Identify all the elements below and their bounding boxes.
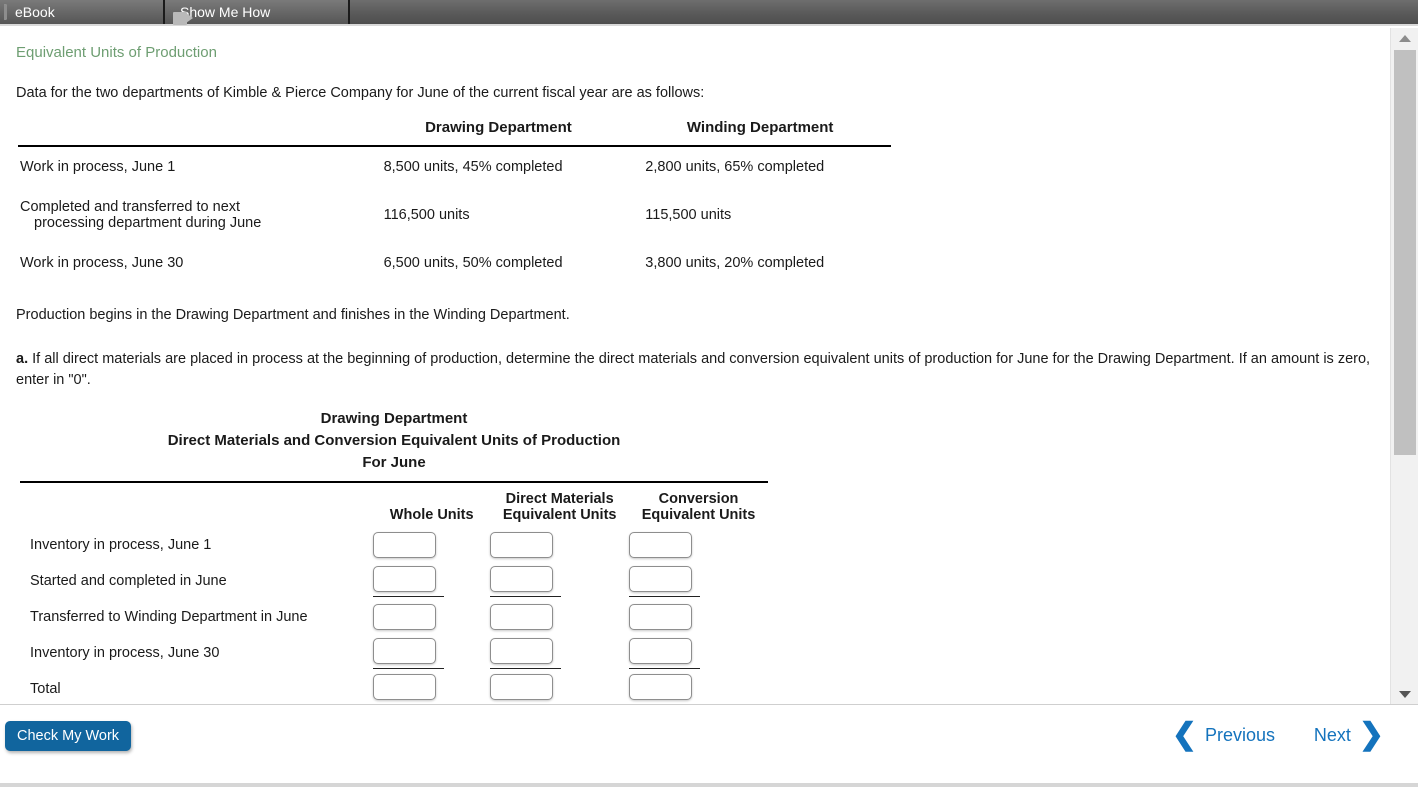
input-whole-units-total[interactable] (373, 674, 436, 700)
tab-ebook[interactable]: eBook (0, 0, 165, 24)
form-header-row: Whole Units Direct Materials Equivalent … (20, 483, 768, 527)
input-direct-materials-total[interactable] (490, 674, 553, 700)
form-row-label: Inventory in process, June 1 (20, 527, 373, 563)
row-label: Completed and transferred to next proces… (18, 187, 368, 243)
next-label: Next (1314, 725, 1351, 746)
cell-whole-units (373, 635, 490, 671)
dm-header-line2: Equivalent Units (490, 507, 629, 523)
input-conversion-total[interactable] (629, 674, 692, 700)
input-whole-units-inventory-june-1[interactable] (373, 532, 436, 558)
tab-ebook-label: eBook (15, 5, 55, 19)
scroll-up-arrow-icon[interactable] (1391, 28, 1418, 48)
col-header-drawing-department: Drawing Department (368, 119, 630, 146)
row-label-line1: Completed and transferred to next (20, 199, 240, 215)
chevron-left-icon: ❮ (1172, 720, 1197, 750)
input-conversion-started-completed[interactable] (629, 566, 692, 592)
cell-direct-materials (490, 527, 629, 563)
given-data-table: Drawing Department Winding Department Wo… (18, 119, 891, 283)
cell-conversion (629, 563, 768, 599)
form-row-started-and-completed: Started and completed in June (20, 563, 768, 599)
cell-conversion (629, 527, 768, 563)
cell-whole-units (373, 599, 490, 635)
top-tab-bar: eBook Show Me How (0, 0, 1418, 26)
form-col-header-whole-units: Whole Units (373, 483, 490, 527)
cell-direct-materials (490, 563, 629, 599)
table-header-row: Drawing Department Winding Department (18, 119, 891, 146)
col-header-blank (18, 119, 368, 146)
form-row-label: Started and completed in June (20, 563, 373, 599)
cell-direct-materials (490, 671, 629, 704)
statement-heading-line-1: Drawing Department (20, 408, 768, 430)
table-row: Work in process, June 1 8,500 units, 45%… (18, 146, 891, 187)
conv-header-line2: Equivalent Units (629, 507, 768, 523)
input-whole-units-started-completed[interactable] (373, 566, 436, 592)
tab-show-me-how[interactable]: Show Me How (165, 0, 350, 24)
row-drawing-value: 116,500 units (368, 187, 630, 243)
check-my-work-button[interactable]: Check My Work (5, 721, 131, 751)
page-title: Equivalent Units of Production (16, 44, 1390, 61)
cell-whole-units (373, 671, 490, 704)
form-row-inventory-june-30: Inventory in process, June 30 (20, 635, 768, 671)
form-row-inventory-june-1: Inventory in process, June 1 (20, 527, 768, 563)
row-drawing-value: 6,500 units, 50% completed (368, 243, 630, 283)
row-winding-value: 115,500 units (629, 187, 891, 243)
col-header-winding-department: Winding Department (629, 119, 891, 146)
chevron-right-icon: ❯ (1359, 720, 1384, 750)
dm-header-line1: Direct Materials (490, 491, 629, 507)
cell-conversion (629, 635, 768, 671)
form-col-header-direct-materials: Direct Materials Equivalent Units (490, 483, 629, 527)
input-whole-units-inventory-june-30[interactable] (373, 638, 436, 664)
scroll-down-arrow-icon[interactable] (1391, 684, 1418, 704)
question-content-area: Equivalent Units of Production Data for … (0, 28, 1390, 704)
window-bottom-edge (0, 783, 1418, 787)
input-direct-materials-inventory-june-30[interactable] (490, 638, 553, 664)
bottom-action-bar: Check My Work ❮ Previous Next ❯ (0, 704, 1418, 787)
intro-text: Data for the two departments of Kimble &… (16, 83, 1390, 105)
row-label: Work in process, June 1 (18, 146, 368, 187)
previous-label: Previous (1205, 725, 1275, 746)
cell-whole-units (373, 563, 490, 599)
input-direct-materials-started-completed[interactable] (490, 566, 553, 592)
cell-whole-units (373, 527, 490, 563)
part-a-marker: a. (16, 351, 28, 367)
input-conversion-inventory-june-1[interactable] (629, 532, 692, 558)
cell-direct-materials (490, 599, 629, 635)
form-row-label: Total (20, 671, 373, 704)
table-row: Completed and transferred to next proces… (18, 187, 891, 243)
statement-heading-line-3: For June (20, 452, 768, 474)
input-direct-materials-transferred[interactable] (490, 604, 553, 630)
table-row: Work in process, June 30 6,500 units, 50… (18, 243, 891, 283)
part-a-text: If all direct materials are placed in pr… (16, 351, 1370, 389)
input-conversion-inventory-june-30[interactable] (629, 638, 692, 664)
production-note-text: Production begins in the Drawing Departm… (16, 305, 1390, 327)
form-row-transferred-to-winding: Transferred to Winding Department in Jun… (20, 599, 768, 635)
row-label: Work in process, June 30 (18, 243, 368, 283)
form-row-label: Transferred to Winding Department in Jun… (20, 599, 373, 635)
form-col-header-blank (20, 483, 373, 527)
statement-heading-line-2: Direct Materials and Conversion Equivale… (20, 430, 768, 452)
form-row-total: Total (20, 671, 768, 704)
form-row-label: Inventory in process, June 30 (20, 635, 373, 671)
cell-direct-materials (490, 635, 629, 671)
cell-conversion (629, 671, 768, 704)
row-winding-value: 2,800 units, 65% completed (629, 146, 891, 187)
row-drawing-value: 8,500 units, 45% completed (368, 146, 630, 187)
scrollbar-thumb[interactable] (1394, 50, 1416, 455)
input-whole-units-transferred[interactable] (373, 604, 436, 630)
vertical-scrollbar[interactable] (1390, 28, 1418, 704)
next-button[interactable]: Next ❯ (1308, 719, 1390, 751)
part-a-instruction: a. If all direct materials are placed in… (16, 349, 1390, 393)
tab-show-me-how-label: Show Me How (180, 5, 270, 19)
previous-button[interactable]: ❮ Previous (1166, 719, 1281, 751)
row-label-line2: processing department during June (20, 215, 368, 231)
cell-conversion (629, 599, 768, 635)
form-col-header-conversion: Conversion Equivalent Units (629, 483, 768, 527)
conv-header-line1: Conversion (629, 491, 768, 507)
row-winding-value: 3,800 units, 20% completed (629, 243, 891, 283)
equivalent-units-form-table: Whole Units Direct Materials Equivalent … (20, 483, 768, 704)
input-direct-materials-inventory-june-1[interactable] (490, 532, 553, 558)
answer-statement: Drawing Department Direct Materials and … (20, 408, 768, 704)
input-conversion-transferred[interactable] (629, 604, 692, 630)
